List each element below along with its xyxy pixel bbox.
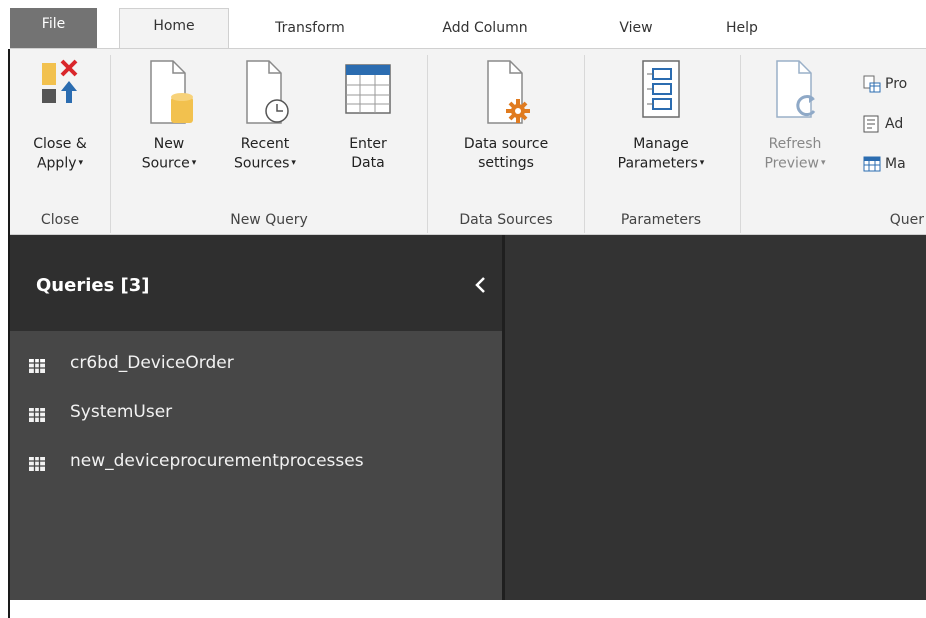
advanced-editor-label: Ad <box>885 116 904 132</box>
data-source-settings-label-line2: settings <box>478 155 534 171</box>
refresh-preview-label-line2: Preview ▾ <box>764 155 826 172</box>
new-source-button[interactable]: New Source ▾ <box>129 57 209 174</box>
new-source-icon <box>139 57 199 129</box>
query-item-label: SystemUser <box>70 402 173 422</box>
queries-pane-header: Queries [3] <box>10 235 502 331</box>
query-item-label: new_deviceprocurementprocesses <box>70 451 364 471</box>
parameters-group-label: Parameters <box>620 212 702 228</box>
refresh-preview-label-line1: Refresh <box>768 136 822 152</box>
chevron-down-icon: ▾ <box>78 158 84 168</box>
close-apply-icon <box>38 57 82 129</box>
chevron-down-icon: ▾ <box>191 158 197 168</box>
enter-data-label-line1: Enter <box>349 136 387 152</box>
manage-parameters-icon <box>631 57 691 129</box>
new-source-label-line1: New <box>153 136 185 152</box>
data-source-settings-button[interactable]: Data source settings <box>428 57 584 173</box>
query-group-label: Quer <box>889 212 924 228</box>
properties-button[interactable]: Pro <box>863 73 907 95</box>
ribbon-tab-bar: File Home Transform Add Column View Help <box>0 0 926 53</box>
queries-pane-title: Queries [3] <box>36 275 150 296</box>
table-icon <box>28 407 46 423</box>
query-item-label: cr6bd_DeviceOrder <box>70 353 234 373</box>
data-sources-group-label: Data Sources <box>459 212 553 228</box>
query-item[interactable]: new_deviceprocurementprocesses <box>10 445 502 481</box>
close-apply-button[interactable]: Close & Apply ▾ <box>10 57 110 174</box>
collapse-pane-button[interactable] <box>470 273 492 297</box>
close-group: Close & Apply ▾ Close <box>10 49 110 234</box>
queries-pane: Queries [3] cr6bd_DeviceOrder SystemUser… <box>10 235 502 600</box>
data-sources-group: Data source settings Data Sources <box>428 49 584 234</box>
refresh-preview-icon <box>765 57 825 129</box>
tab-transform[interactable]: Transform <box>250 14 370 51</box>
preview-area <box>505 235 926 600</box>
data-source-settings-icon <box>476 57 536 129</box>
properties-icon <box>863 75 881 93</box>
data-source-settings-label-line1: Data source <box>463 136 549 152</box>
tab-view[interactable]: View <box>596 14 676 51</box>
ribbon: Close & Apply ▾ Close New Source ▾ Recen… <box>10 48 926 235</box>
new-source-label-line2: Source ▾ <box>141 155 197 172</box>
manage-button[interactable]: Ma <box>863 153 906 175</box>
enter-data-icon <box>338 57 398 129</box>
recent-sources-icon <box>235 57 295 129</box>
recent-sources-button[interactable]: Recent Sources ▾ <box>217 57 313 174</box>
query-item[interactable]: cr6bd_DeviceOrder <box>10 347 502 383</box>
table-icon <box>863 155 881 173</box>
chevron-down-icon: ▾ <box>699 158 705 168</box>
enter-data-label-line2: Data <box>351 155 385 171</box>
manage-parameters-button[interactable]: Manage Parameters ▾ <box>585 57 737 174</box>
refresh-preview-button[interactable]: Refresh Preview ▾ <box>751 57 839 174</box>
advanced-editor-button[interactable]: Ad <box>863 113 903 135</box>
chevron-down-icon: ▾ <box>291 158 296 168</box>
chevron-left-icon <box>475 277 485 293</box>
close-group-label: Close <box>40 212 80 228</box>
table-icon <box>28 456 46 472</box>
manage-parameters-label-line1: Manage <box>633 136 689 152</box>
close-apply-label-line1: Close & <box>33 136 87 152</box>
tab-home[interactable]: Home <box>119 8 229 53</box>
new-query-group-label: New Query <box>230 212 308 228</box>
recent-sources-label-line2: Sources ▾ <box>234 155 296 172</box>
table-icon <box>28 358 46 374</box>
advanced-editor-icon <box>863 115 881 133</box>
tab-help[interactable]: Help <box>707 14 777 51</box>
properties-label: Pro <box>885 76 908 92</box>
chevron-down-icon: ▾ <box>820 158 826 168</box>
close-apply-label-line2: Apply ▾ <box>36 155 84 172</box>
new-query-group: New Source ▾ Recent Sources ▾ Enter Data… <box>111 49 427 234</box>
manage-label: Ma <box>885 156 906 172</box>
query-item[interactable]: SystemUser <box>10 396 502 432</box>
recent-sources-label-line1: Recent <box>240 136 290 152</box>
enter-data-button[interactable]: Enter Data <box>333 57 403 173</box>
tab-file[interactable]: File <box>10 8 97 48</box>
tab-add-column[interactable]: Add Column <box>410 14 560 51</box>
parameters-group: Manage Parameters ▾ Parameters <box>585 49 737 234</box>
manage-parameters-label-line2: Parameters ▾ <box>617 155 705 172</box>
